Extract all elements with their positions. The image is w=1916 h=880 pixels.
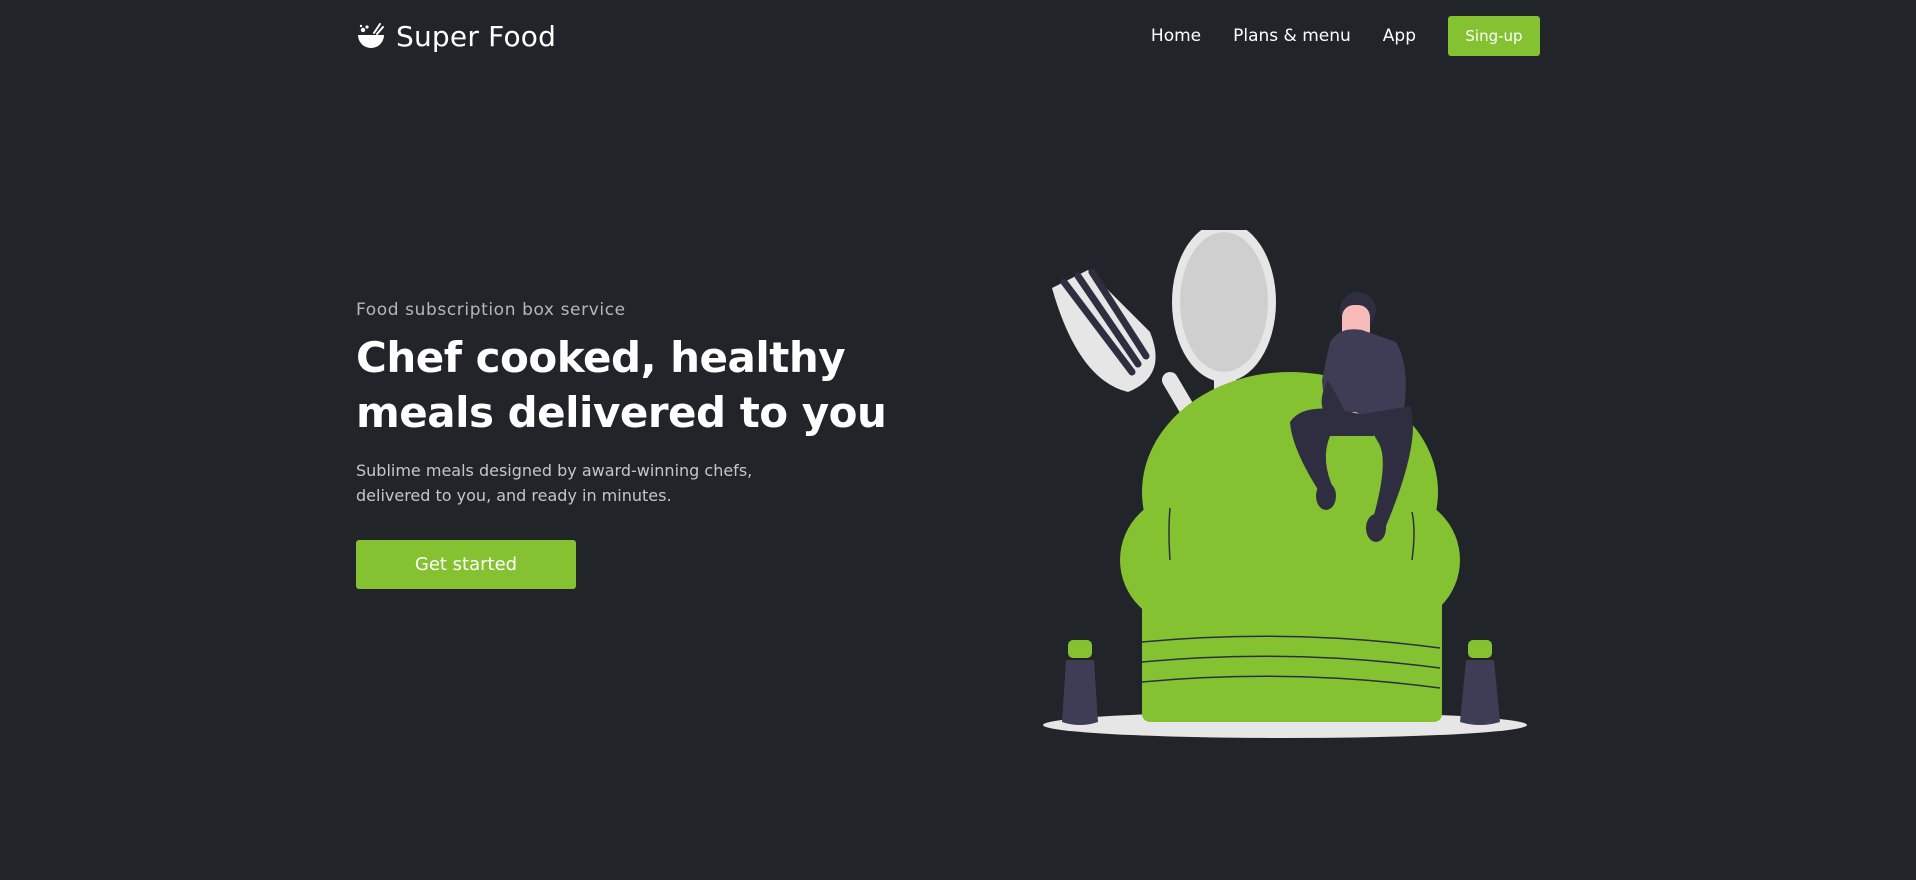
hero-description-line-2: delivered to you, and ready in minutes. [356,486,672,505]
get-started-button[interactable]: Get started [356,540,576,589]
nav-link-home[interactable]: Home [1151,26,1201,46]
hero-description-line-1: Sublime meals designed by award-winning … [356,461,753,480]
nav-link-app[interactable]: App [1383,26,1416,46]
shaker-left [1062,640,1098,725]
shaker-right [1460,640,1500,725]
brand-logo[interactable]: Super Food [356,20,556,53]
hero-description: Sublime meals designed by award-winning … [356,458,776,508]
signup-button[interactable]: Sing-up [1448,16,1540,56]
bowl-icon [358,23,384,48]
nav-link-plans-menu[interactable]: Plans & menu [1233,26,1351,46]
hero-headline-line-1: Chef cooked, healthy [356,333,846,382]
chef-hat-illustration [1043,230,1527,738]
hero-eyebrow: Food subscription box service [356,300,626,320]
hero-headline-line-2: meals delivered to you [356,388,887,437]
brand-name: Super Food [396,19,557,53]
navbar: Super Food Home Plans & menu App Sing-up [356,16,1540,56]
nav-links: Home Plans & menu App Sing-up [1151,16,1540,56]
hero-headline: Chef cooked, healthy meals delivered to … [356,330,916,440]
hero-section: Food subscription box service Chef cooke… [356,300,916,589]
